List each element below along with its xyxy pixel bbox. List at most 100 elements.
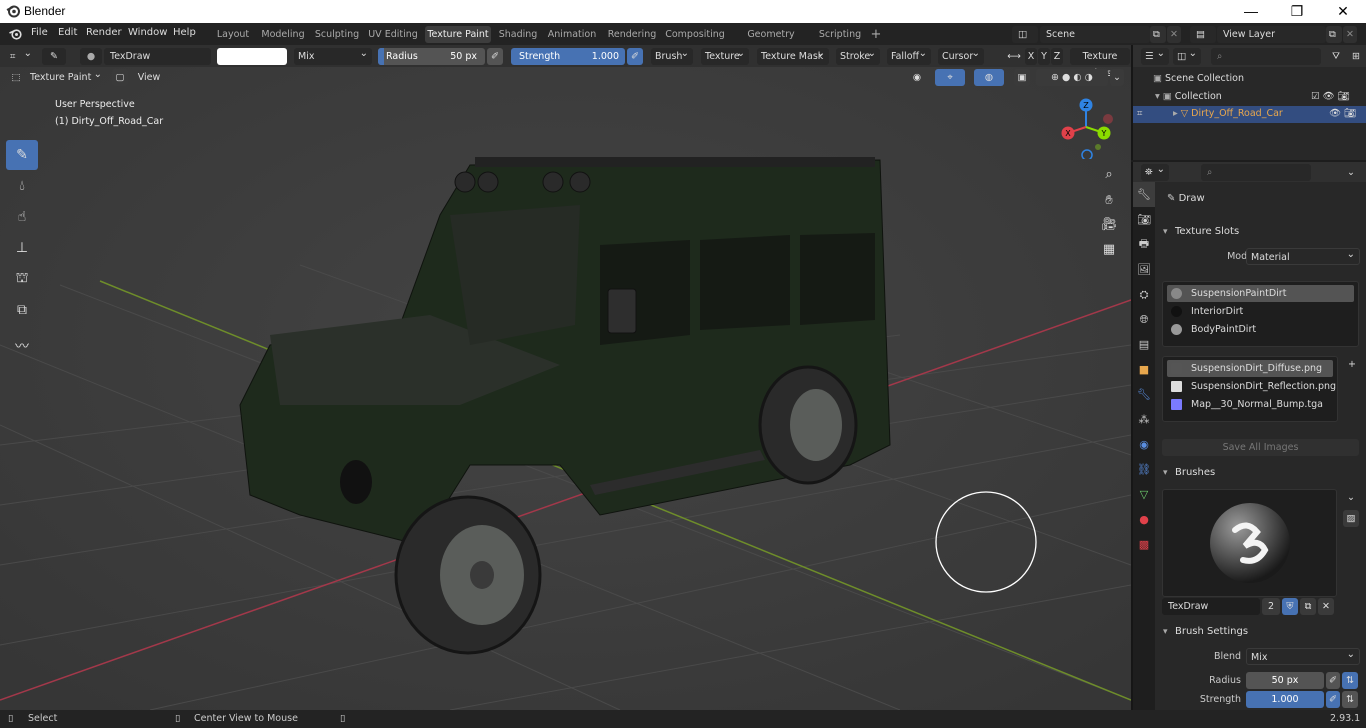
tab-rendering[interactable]: Rendering bbox=[605, 26, 659, 43]
list-item[interactable]: BodyPaintDirt bbox=[1167, 321, 1354, 338]
mode-icon[interactable]: ⌗ bbox=[1137, 108, 1142, 119]
scene-name-field[interactable]: Scene bbox=[1040, 26, 1150, 43]
fill-tool-icon[interactable]: ⛫ bbox=[6, 264, 38, 294]
radius-slider[interactable]: Radius 50 px bbox=[378, 48, 485, 65]
delete-scene-icon[interactable]: ✕ bbox=[1167, 26, 1181, 43]
particles-tab-icon[interactable]: ⁂ bbox=[1133, 407, 1155, 432]
radius-pressure-icon[interactable]: ✐ bbox=[1326, 672, 1340, 689]
list-item[interactable]: SuspensionPaintDirt bbox=[1167, 285, 1354, 302]
brush-users-count[interactable]: 2 bbox=[1262, 598, 1280, 615]
texture-tab-icon[interactable]: ▩ bbox=[1133, 532, 1155, 557]
scene-collection-item[interactable]: ▣ Scene Collection bbox=[1153, 73, 1244, 84]
delete-view-layer-icon[interactable]: ✕ bbox=[1343, 26, 1357, 43]
collection-tab-icon[interactable]: ▤ bbox=[1133, 332, 1155, 357]
pan-hand-icon[interactable]: ✋︎ bbox=[1098, 189, 1120, 211]
shading-mode-buttons[interactable]: ⊕ ● ◐ ◑ bbox=[1036, 69, 1108, 86]
collection-item[interactable]: ▾ ▣ Collection bbox=[1155, 91, 1222, 102]
strength-slider[interactable]: 1.000 bbox=[1246, 691, 1324, 708]
tab-animation[interactable]: Animation bbox=[545, 26, 599, 43]
brush-name-field[interactable]: TexDraw bbox=[104, 48, 211, 65]
brush-preview[interactable] bbox=[1162, 489, 1337, 597]
world-tab-icon[interactable]: 🌐︎ bbox=[1133, 307, 1155, 332]
draw-tool-icon[interactable]: ✎ bbox=[6, 140, 38, 170]
properties-editor-type-dropdown[interactable]: ⛯ bbox=[1141, 161, 1169, 181]
view-menu[interactable]: View bbox=[134, 69, 164, 86]
tab-geometry-nodes[interactable]: Geometry Nodes bbox=[731, 26, 811, 57]
add-workspace-button[interactable]: + bbox=[869, 26, 883, 43]
mode-select[interactable]: Material bbox=[1246, 246, 1360, 265]
scene-tab-icon[interactable]: ⛭ bbox=[1133, 282, 1155, 307]
editor-type-dropdown[interactable]: ⌗ bbox=[6, 45, 36, 65]
duplicate-brush-icon[interactable]: ⧉ bbox=[1300, 598, 1316, 615]
output-tab-icon[interactable]: 🖶︎ bbox=[1133, 232, 1155, 257]
stroke-menu[interactable]: Stroke bbox=[836, 45, 880, 65]
grid-view-icon[interactable]: ▦ bbox=[1098, 238, 1120, 260]
blend-mode-dropdown[interactable]: Mix bbox=[294, 45, 372, 65]
gizmo-toggle-icon[interactable]: ⌖ bbox=[935, 69, 965, 86]
paint-mask-icon[interactable]: ▢ bbox=[112, 69, 128, 86]
tab-uv-editing[interactable]: UV Editing bbox=[367, 26, 419, 43]
strength-pressure-icon[interactable]: ✐ bbox=[1326, 691, 1340, 708]
maximize-button[interactable]: ❐ bbox=[1274, 0, 1320, 23]
menu-window[interactable]: Window bbox=[128, 27, 167, 38]
brush-settings-section[interactable]: Brush Settings bbox=[1157, 622, 1364, 642]
camera-icon[interactable]: 🎥︎ bbox=[1098, 213, 1120, 235]
mode-dropdown[interactable]: Texture Paint bbox=[26, 66, 106, 86]
radius-pressure-icon[interactable]: ✐ bbox=[487, 48, 503, 65]
texture-menu[interactable]: Texture bbox=[701, 45, 749, 65]
data-tab-icon[interactable]: ▽ bbox=[1133, 482, 1155, 507]
brush-name-field[interactable]: TexDraw bbox=[1162, 598, 1260, 615]
strength-unit-icon[interactable]: ⇅ bbox=[1342, 691, 1358, 708]
tab-layout[interactable]: Layout bbox=[213, 26, 253, 43]
view-layer-tab-icon[interactable]: 🖼︎ bbox=[1133, 257, 1155, 282]
tab-scripting[interactable]: Scripting bbox=[817, 26, 863, 43]
object-visibility-toggles[interactable]: 👁︎ 📷︎ bbox=[1329, 108, 1356, 119]
list-item[interactable]: SuspensionDirt_Reflection.png bbox=[1167, 378, 1336, 395]
strength-slider[interactable]: Strength 1.000 bbox=[511, 48, 625, 65]
minimize-button[interactable]: — bbox=[1228, 0, 1274, 23]
view-layer-name-field[interactable]: View Layer bbox=[1217, 26, 1326, 43]
outliner-search-input[interactable]: ⌕ bbox=[1211, 48, 1321, 65]
texture-mask-menu[interactable]: Texture Mask bbox=[757, 45, 829, 65]
brush-menu[interactable]: Brush bbox=[651, 45, 693, 65]
3d-viewport[interactable]: ⌗ ✎ ● TexDraw Mix Radius 50 px ✐ Strengt… bbox=[0, 45, 1131, 710]
collection-visibility-toggles[interactable]: ☑ 👁︎ 📷︎ bbox=[1311, 91, 1350, 102]
list-item[interactable]: SuspensionDirt_Diffuse.png bbox=[1167, 360, 1333, 377]
material-tab-icon[interactable]: ● bbox=[1133, 507, 1155, 532]
mask-tool-icon[interactable]: ⧉ bbox=[6, 295, 38, 325]
brush-list-dropdown[interactable]: ⌄ bbox=[1343, 489, 1359, 506]
radius-unit-icon[interactable]: ⇅ bbox=[1342, 672, 1358, 689]
falloff-menu[interactable]: Falloff bbox=[887, 45, 931, 65]
symmetry-icon[interactable]: ⟷ bbox=[1006, 48, 1022, 65]
scene-selector-icon[interactable]: ◫ bbox=[1012, 26, 1038, 43]
object-item[interactable]: ▸ ▽ Dirty_Off_Road_Car bbox=[1173, 108, 1283, 119]
visibility-icon[interactable]: ◉ bbox=[903, 69, 931, 86]
tool-tab-icon[interactable]: 🔧︎ bbox=[1133, 182, 1155, 207]
new-scene-icon[interactable]: ⧉ bbox=[1150, 26, 1166, 43]
tab-compositing[interactable]: Compositing bbox=[665, 26, 725, 43]
list-item[interactable]: InteriorDirt bbox=[1167, 303, 1354, 320]
menu-edit[interactable]: Edit bbox=[58, 27, 77, 38]
brush-tool-icon[interactable]: ✎ bbox=[42, 48, 66, 65]
properties-search-input[interactable]: ⌕ bbox=[1201, 164, 1311, 181]
xray-toggle-icon[interactable]: ▣ bbox=[1014, 69, 1030, 86]
texture-slots-section[interactable]: Texture Slots bbox=[1157, 222, 1364, 242]
blender-menu-icon[interactable] bbox=[9, 28, 22, 40]
soften-tool-icon[interactable]: 💧︎ bbox=[6, 171, 38, 201]
brush-color-swatch[interactable] bbox=[217, 48, 287, 65]
mirror-x-toggle[interactable]: X bbox=[1025, 48, 1037, 65]
properties-options-icon[interactable]: ⌄ bbox=[1343, 164, 1359, 181]
render-tab-icon[interactable]: 📷︎ bbox=[1133, 207, 1155, 232]
unlink-brush-icon[interactable]: ✕ bbox=[1318, 598, 1334, 615]
save-all-images-button[interactable]: Save All Images bbox=[1162, 439, 1359, 456]
overlay-toggle-icon[interactable]: ◍ bbox=[974, 69, 1004, 86]
outliner-editor-type-dropdown[interactable]: ☰ bbox=[1141, 45, 1169, 65]
close-button[interactable]: ✕ bbox=[1320, 0, 1366, 23]
filter-icon[interactable]: ⛛ bbox=[1325, 48, 1347, 65]
radius-slider[interactable]: 50 px bbox=[1246, 672, 1324, 689]
fake-user-shield-icon[interactable]: ⛨ bbox=[1282, 598, 1298, 615]
texture-slots-popover[interactable]: Texture Slots bbox=[1070, 48, 1130, 79]
brushes-section[interactable]: Brushes bbox=[1157, 463, 1364, 483]
shading-options-dropdown[interactable]: ⌄ bbox=[1110, 69, 1124, 86]
smear-tool-icon[interactable]: ☝︎ bbox=[6, 202, 38, 232]
